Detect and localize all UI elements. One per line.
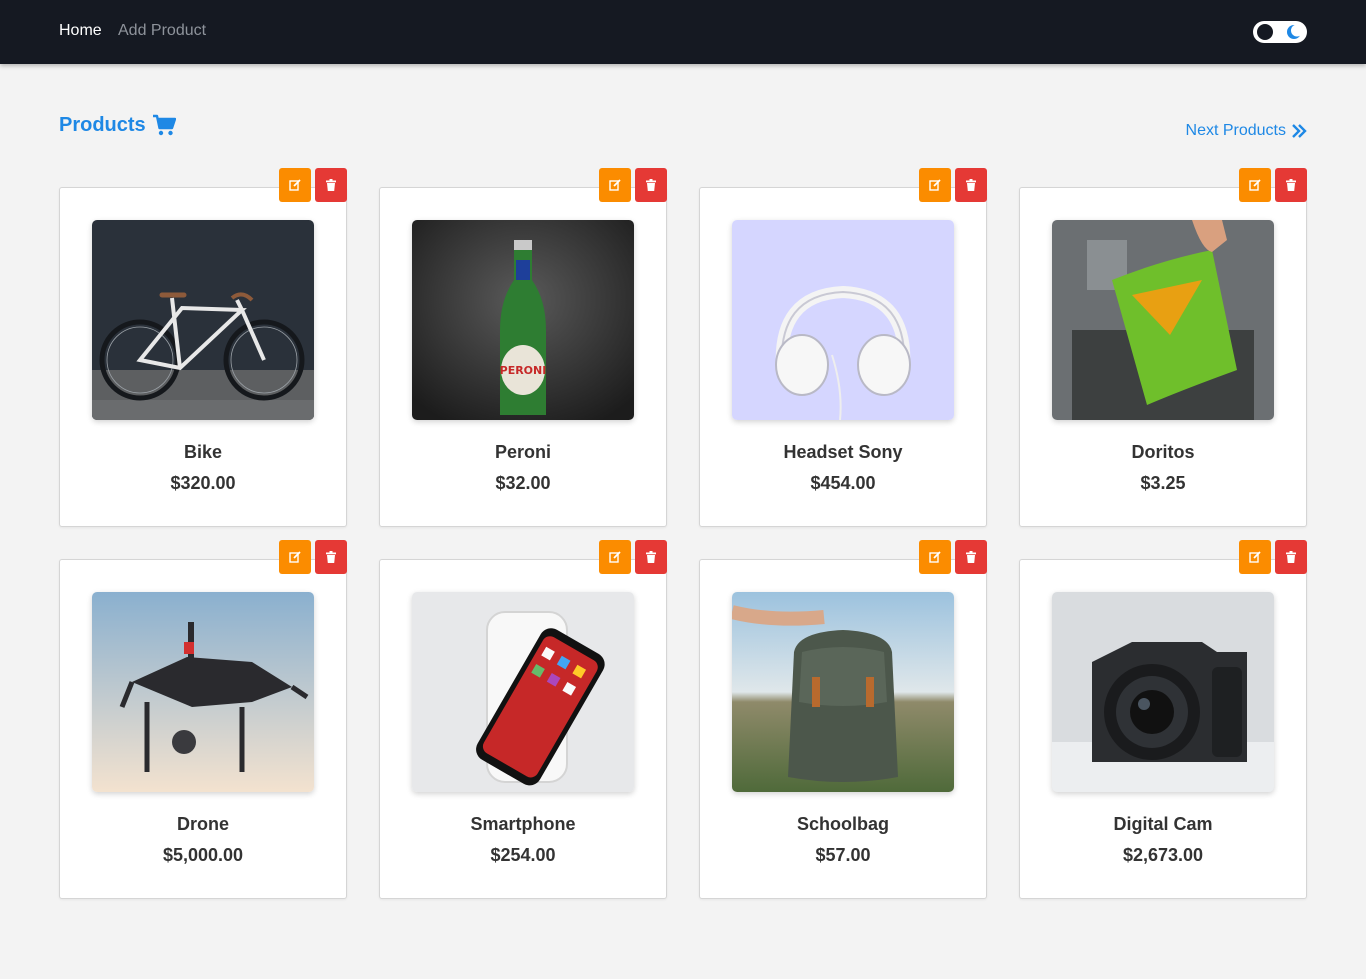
trash-icon: [326, 179, 336, 191]
product-price: $5,000.00: [162, 845, 244, 865]
edit-icon: [609, 179, 621, 191]
product-price: $32.00: [495, 473, 551, 493]
next-products-link[interactable]: Next Products: [1186, 122, 1307, 140]
product-image-smartphone: [412, 592, 634, 792]
product-card[interactable]: Headset Sony $454.00: [699, 187, 987, 527]
product-card[interactable]: Drone $5,000.00: [59, 559, 347, 899]
edit-icon: [289, 179, 301, 191]
nav-home-link[interactable]: Home: [59, 21, 102, 41]
svg-text:PERONI: PERONI: [500, 364, 547, 377]
product-image-headset: [732, 220, 954, 420]
product-name: Schoolbag: [796, 814, 889, 834]
edit-icon: [1249, 551, 1261, 563]
product-card[interactable]: Schoolbag $57.00: [699, 559, 987, 899]
product-name: Digital Cam: [1113, 814, 1213, 834]
edit-button[interactable]: [279, 168, 311, 202]
product-price: $320.00: [170, 473, 236, 493]
product-card[interactable]: Smartphone $254.00: [379, 559, 667, 899]
theme-toggle[interactable]: [1253, 21, 1307, 43]
trash-icon: [646, 551, 656, 563]
nav-add-product-link[interactable]: Add Product: [118, 21, 206, 41]
edit-button[interactable]: [599, 540, 631, 574]
edit-button[interactable]: [279, 540, 311, 574]
edit-icon: [289, 551, 301, 563]
product-price: $254.00: [490, 845, 556, 865]
product-name: Smartphone: [470, 814, 576, 834]
trash-icon: [326, 551, 336, 563]
delete-button[interactable]: [955, 540, 987, 574]
product-price: $3.25: [1140, 473, 1186, 493]
page-title-text: Products: [59, 113, 146, 136]
delete-button[interactable]: [635, 168, 667, 202]
edit-icon: [1249, 179, 1261, 191]
product-image-digital-cam: [1052, 592, 1274, 792]
product-name: Bike: [183, 442, 223, 462]
delete-button[interactable]: [1275, 540, 1307, 574]
trash-icon: [1286, 179, 1296, 191]
moon-icon: [1287, 24, 1302, 39]
edit-icon: [929, 179, 941, 191]
product-card[interactable]: Digital Cam $2,673.00: [1019, 559, 1307, 899]
cart-icon: [152, 114, 176, 136]
delete-button[interactable]: [315, 168, 347, 202]
product-card[interactable]: PERONI Peroni $32.00: [379, 187, 667, 527]
edit-button[interactable]: [599, 168, 631, 202]
delete-button[interactable]: [315, 540, 347, 574]
product-card[interactable]: Doritos $3.25: [1019, 187, 1307, 527]
trash-icon: [646, 179, 656, 191]
product-price: $454.00: [810, 473, 876, 493]
product-image-doritos: [1052, 220, 1274, 420]
delete-button[interactable]: [955, 168, 987, 202]
product-name: Drone: [176, 814, 229, 834]
product-price: $2,673.00: [1122, 845, 1204, 865]
edit-button[interactable]: [1239, 168, 1271, 202]
edit-button[interactable]: [919, 540, 951, 574]
trash-icon: [966, 551, 976, 563]
product-price: $57.00: [815, 845, 871, 865]
product-image-schoolbag: [732, 592, 954, 792]
product-name: Doritos: [1131, 442, 1195, 462]
edit-icon: [929, 551, 941, 563]
product-name: Peroni: [494, 442, 551, 462]
edit-button[interactable]: [919, 168, 951, 202]
product-image-bike: [92, 220, 314, 420]
double-chevron-right-icon: [1292, 124, 1307, 138]
trash-icon: [1286, 551, 1296, 563]
edit-button[interactable]: [1239, 540, 1271, 574]
product-card[interactable]: Bike $320.00: [59, 187, 347, 527]
page-title: Products: [59, 112, 176, 138]
next-products-label: Next Products: [1185, 122, 1286, 139]
product-name: Headset Sony: [783, 442, 903, 462]
delete-button[interactable]: [635, 540, 667, 574]
edit-icon: [609, 551, 621, 563]
delete-button[interactable]: [1275, 168, 1307, 202]
product-image-drone: [92, 592, 314, 792]
toggle-knob: [1257, 24, 1273, 40]
product-image-peroni: PERONI: [412, 220, 634, 420]
trash-icon: [966, 179, 976, 191]
top-navbar: Home Add Product: [0, 0, 1366, 64]
